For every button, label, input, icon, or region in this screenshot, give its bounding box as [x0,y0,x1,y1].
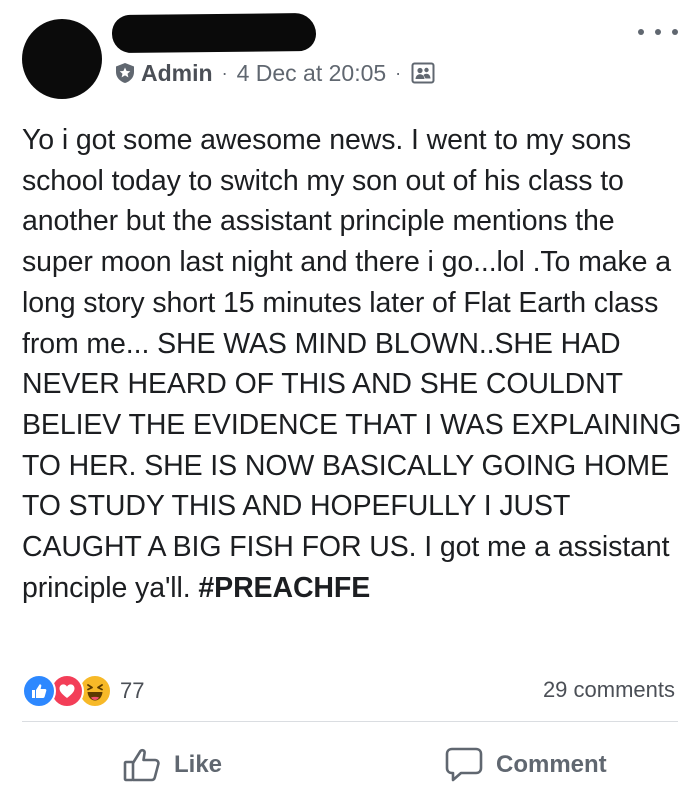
meta-separator: · [395,62,402,83]
reactions-summary[interactable]: 77 [22,674,145,708]
comment-label: Comment [496,751,607,778]
thumbs-up-icon [122,747,162,783]
comment-button[interactable]: Comment [444,740,607,790]
comment-bubble-icon [444,746,484,784]
facebook-post: Admin · 4 Dec at 20:05 · Yo i got some a… [0,0,700,796]
like-button[interactable]: Like [122,740,222,790]
reaction-count: 77 [120,678,145,703]
meta-separator: · [221,62,228,83]
comments-count-link[interactable]: 29 comments [543,677,675,703]
like-label: Like [174,751,223,778]
avatar-redacted[interactable] [22,19,102,99]
like-reaction-icon [22,674,56,708]
post-meta: Admin · 4 Dec at 20:05 · [114,58,435,88]
shield-star-icon [114,62,136,84]
group-icon [411,62,435,84]
divider [22,721,678,722]
author-name-redacted[interactable] [111,12,317,54]
hashtag-link[interactable]: #PREACHFE [198,572,370,604]
admin-badge-label: Admin [141,59,213,86]
post-body: Yo i got some awesome news. I went to my… [22,120,687,608]
post-timestamp[interactable]: 4 Dec at 20:05 [237,60,387,87]
more-options-icon[interactable] [638,22,678,42]
post-text: Yo i got some awesome news. I went to my… [22,124,682,604]
